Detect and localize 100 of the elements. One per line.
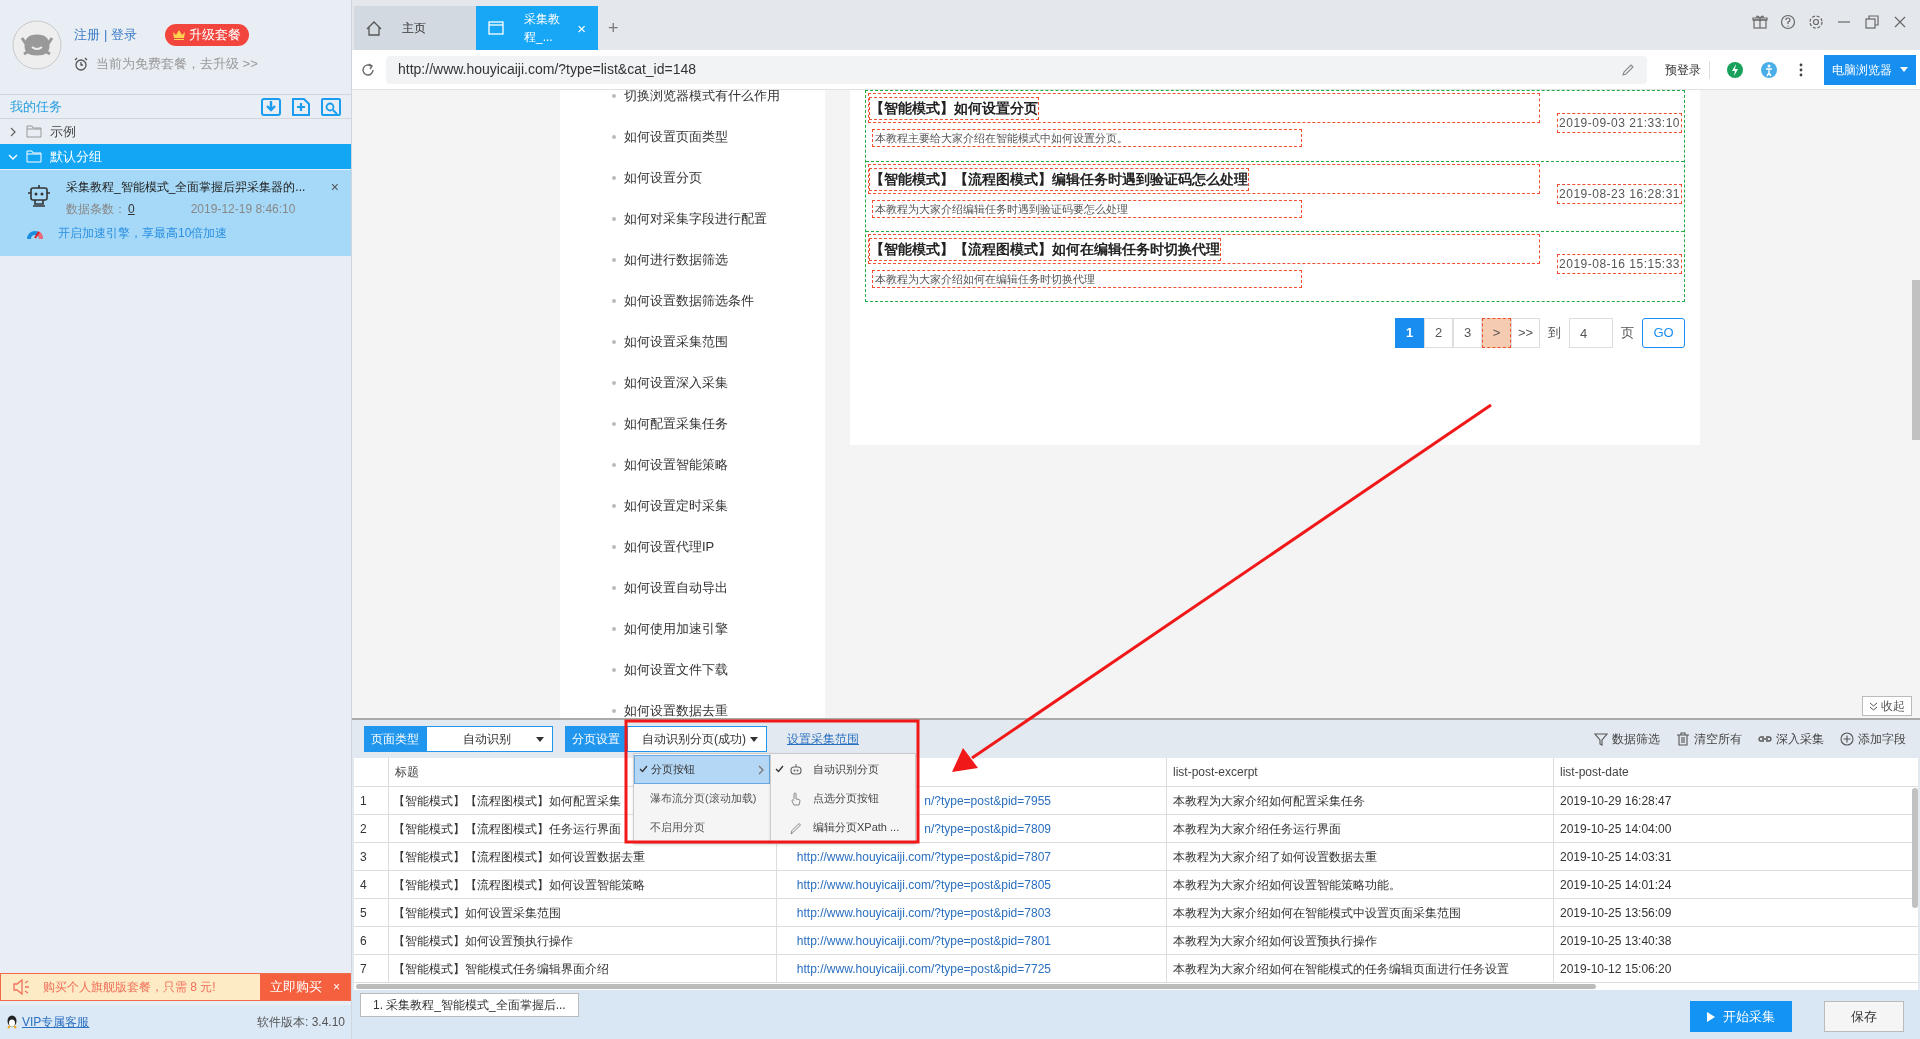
save-button[interactable]: 保存 bbox=[1824, 1001, 1904, 1032]
add-file-icon[interactable] bbox=[291, 97, 311, 116]
collapse-button[interactable]: 收起 bbox=[1862, 696, 1912, 716]
table-cell-text: 2019-10-12 15:06:20 bbox=[1560, 960, 1672, 978]
toolbar-button[interactable]: 深入采集 bbox=[1758, 730, 1824, 748]
paging-dropdown[interactable]: 自动识别分页(成功) bbox=[627, 726, 767, 752]
double-chevron-icon bbox=[1869, 701, 1878, 711]
nav-link[interactable]: 如何设置数据筛选条件 bbox=[624, 290, 754, 311]
speaker-icon bbox=[13, 979, 31, 995]
task-tab[interactable]: 1. 采集教程_智能模式_全面掌握后... bbox=[360, 993, 579, 1017]
table-cell-text: 本教程为大家介绍如何设置智能策略功能。 bbox=[1173, 876, 1401, 894]
bullet-icon bbox=[612, 298, 616, 303]
nav-link[interactable]: 如何设置数据去重 bbox=[624, 700, 728, 718]
article-title[interactable]: 【智能模式】如何设置分页 bbox=[869, 96, 1039, 120]
settings-icon[interactable] bbox=[1808, 14, 1824, 30]
nav-link[interactable]: 如何进行数据筛选 bbox=[624, 249, 728, 270]
nav-link[interactable]: 如何设置深入采集 bbox=[624, 372, 728, 393]
browser-tab[interactable]: 主页 bbox=[354, 6, 476, 50]
go-button[interactable]: GO bbox=[1642, 318, 1685, 348]
nav-link[interactable]: 如何配置采集任务 bbox=[624, 413, 728, 434]
url-link[interactable]: http://www.houyicaiji.com/?type=post&pid=7805 bbox=[796, 877, 1051, 892]
url-link[interactable]: http://www.houyicaiji.com/?type=post&pid=7801 bbox=[796, 933, 1051, 948]
nav-link[interactable]: 如何使用加速引擎 bbox=[624, 618, 728, 639]
bullet-icon bbox=[612, 257, 616, 262]
menu-item[interactable]: 不启用分页 bbox=[634, 813, 770, 842]
row-number: 4 bbox=[360, 876, 367, 894]
next-page-button[interactable]: > bbox=[1482, 318, 1511, 348]
prelogin-button[interactable]: 预登录 bbox=[1657, 60, 1710, 79]
table-cell-text: 2019-10-25 14:03:31 bbox=[1560, 848, 1672, 866]
nav-link[interactable]: 如何设置代理IP bbox=[624, 536, 715, 557]
column-header[interactable]: list-post-excerpt bbox=[1167, 758, 1554, 786]
menu-item[interactable]: 点选分页按钮 bbox=[771, 784, 915, 813]
reload-icon[interactable] bbox=[360, 61, 376, 78]
new-tab-button[interactable]: + bbox=[598, 6, 629, 50]
table-cell-text: 2019-10-25 14:01:24 bbox=[1560, 876, 1672, 894]
nav-link[interactable]: 如何设置定时采集 bbox=[624, 495, 728, 516]
article-title[interactable]: 【智能模式】【流程图模式】如何在编辑任务时切换代理 bbox=[869, 237, 1221, 261]
url-link[interactable]: n/?type=post&pid=7955 bbox=[924, 793, 1051, 808]
close-icon[interactable] bbox=[1892, 14, 1908, 30]
more-icon[interactable] bbox=[1798, 61, 1804, 78]
home-icon bbox=[366, 20, 382, 36]
menu-item[interactable]: 编辑分页XPath ... bbox=[771, 813, 915, 842]
folder-label: 默认分组 bbox=[50, 147, 102, 166]
folder-label: 示例 bbox=[50, 122, 76, 141]
url-link[interactable]: http://www.houyicaiji.com/?type=post&pid=7803 bbox=[796, 905, 1051, 920]
range-link[interactable]: 设置采集范围 bbox=[787, 730, 859, 748]
page-number-field[interactable]: 4 bbox=[1569, 318, 1613, 348]
page-button[interactable]: 2 bbox=[1424, 318, 1453, 348]
table-cell-text: 【智能模式】智能模式任务编辑界面介绍 bbox=[393, 960, 609, 978]
edit-icon[interactable] bbox=[1621, 62, 1635, 77]
menu-item[interactable]: 分页按钮 bbox=[634, 755, 770, 784]
task-card[interactable]: 采集教程_智能模式_全面掌握后羿采集器的... × 数据条数： 0 2019-12-19 8:46:10 开启加速引擎，享最高10倍加速 bbox=[0, 170, 351, 256]
scrollbar-thumb[interactable] bbox=[1912, 788, 1918, 908]
collapse-chevron-icon[interactable] bbox=[8, 152, 18, 161]
menu-item[interactable]: 瀑布流分页(滚动加载) bbox=[634, 784, 770, 813]
toolbar-button[interactable]: 数据筛选 bbox=[1594, 730, 1660, 748]
url-link[interactable]: n/?type=post&pid=7809 bbox=[924, 821, 1051, 836]
column-header[interactable]: list-post-date bbox=[1554, 758, 1918, 786]
toolbar-button[interactable]: 添加字段 bbox=[1840, 730, 1906, 748]
search-file-icon[interactable] bbox=[321, 97, 341, 116]
page-type-dropdown[interactable]: 自动识别 bbox=[426, 726, 553, 752]
nav-link[interactable]: 如何设置页面类型 bbox=[624, 126, 728, 147]
last-page-button[interactable]: >> bbox=[1511, 318, 1540, 348]
folder-icon bbox=[26, 150, 42, 163]
table-cell-text: 【智能模式】如何设置采集范围 bbox=[393, 904, 561, 922]
nav-link[interactable]: 如何设置分页 bbox=[624, 167, 702, 188]
expand-chevron-icon[interactable] bbox=[8, 126, 18, 137]
table-cell-text: 2019-10-29 16:28:47 bbox=[1560, 792, 1672, 810]
article-title[interactable]: 【智能模式】【流程图模式】编辑任务时遇到验证码怎么处理 bbox=[869, 167, 1249, 191]
nav-link[interactable]: 如何设置智能策略 bbox=[624, 454, 728, 475]
nav-link[interactable]: 如何设置自动导出 bbox=[624, 577, 728, 598]
import-icon[interactable] bbox=[261, 97, 281, 116]
lightning-icon[interactable] bbox=[1726, 60, 1744, 79]
bullet-icon bbox=[612, 544, 616, 549]
url-link[interactable]: http://www.houyicaiji.com/?type=post&pid=7725 bbox=[796, 961, 1051, 976]
horizontal-scrollbar[interactable] bbox=[356, 984, 1596, 989]
gift-icon[interactable] bbox=[1752, 14, 1768, 30]
help-icon[interactable] bbox=[1780, 14, 1796, 30]
nav-link[interactable]: 如何设置采集范围 bbox=[624, 331, 728, 352]
accessibility-icon[interactable] bbox=[1760, 60, 1778, 79]
register-link[interactable]: 注册 bbox=[74, 25, 100, 45]
login-link[interactable]: 登录 bbox=[111, 25, 138, 45]
page-button[interactable]: 3 bbox=[1453, 318, 1482, 348]
check-icon bbox=[775, 765, 784, 774]
close-button[interactable]: × bbox=[330, 180, 339, 194]
tree-item[interactable]: 示例 bbox=[0, 119, 351, 144]
address-bar[interactable]: http://www.houyicaiji.com/?type=list&cat_id=148 bbox=[386, 55, 1647, 84]
scrollbar-thumb[interactable] bbox=[1912, 280, 1920, 440]
nav-link[interactable]: 如何对采集字段进行配置 bbox=[624, 208, 767, 229]
table-cell-text: 本教程为大家介绍如何配置采集任务 bbox=[1173, 792, 1365, 810]
bullet-icon bbox=[612, 626, 616, 631]
support-link[interactable]: VIP专属客服 bbox=[22, 1013, 90, 1031]
toolbar-button[interactable]: 清空所有 bbox=[1676, 730, 1742, 748]
url-link[interactable]: http://www.houyicaiji.com/?type=post&pid=7807 bbox=[796, 849, 1051, 864]
nav-link[interactable]: 如何设置文件下载 bbox=[624, 659, 728, 680]
restore-icon[interactable] bbox=[1864, 14, 1880, 30]
bullet-icon bbox=[612, 421, 616, 426]
count-value: 0 bbox=[128, 201, 135, 218]
bullet-icon bbox=[612, 216, 616, 221]
upgrade-button[interactable]: 升级套餐 bbox=[165, 24, 250, 46]
